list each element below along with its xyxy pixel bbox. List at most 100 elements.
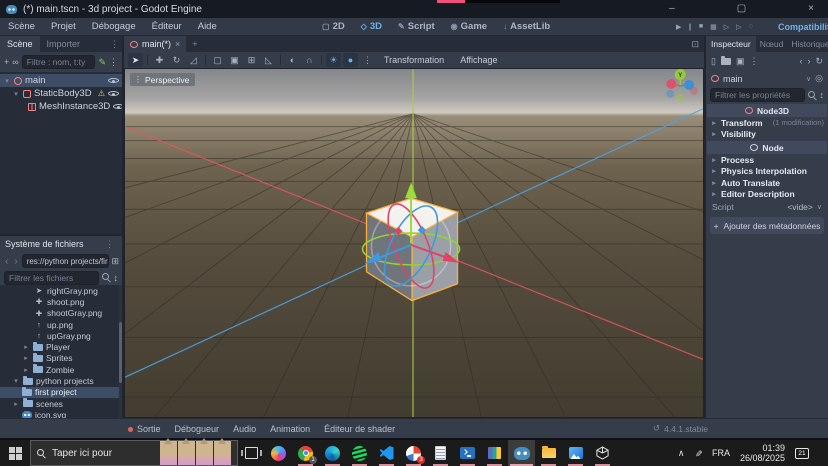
history-forward-icon[interactable]: › — [12, 256, 19, 267]
select-tool-button[interactable]: ➤ — [128, 53, 143, 67]
vscode-app[interactable] — [373, 440, 400, 466]
tab-scene[interactable]: Scène — [0, 36, 40, 52]
language-indicator[interactable]: FRA — [712, 448, 730, 458]
property-filter-input[interactable] — [710, 88, 805, 102]
edited-object-selector[interactable]: main ∨ ◎ — [706, 70, 828, 87]
new-resource-button[interactable]: ▯ — [711, 56, 716, 67]
tab-2d[interactable]: ▢2D — [316, 21, 351, 32]
perspective-button[interactable]: ⋮ Perspective — [130, 73, 195, 86]
scale-tool-button[interactable]: ◿ — [186, 53, 201, 67]
copilot-button[interactable] — [265, 440, 292, 466]
collapse-icon[interactable]: ▸ — [22, 354, 30, 362]
tree-node-meshinstance3d[interactable]: MeshInstance3D — [0, 100, 122, 113]
snap-toggle-button[interactable]: ∩ — [302, 53, 317, 67]
section-auto-translate[interactable]: ▸ Auto Translate — [706, 177, 828, 189]
pause-button[interactable]: ∥ — [688, 23, 692, 31]
notification-center-button[interactable]: 21 — [795, 448, 809, 459]
output-panel-button[interactable]: Sortie — [128, 424, 161, 434]
folder-item-scenes[interactable]: ▸scenes — [0, 398, 122, 409]
tab-assetlib[interactable]: ↓AssetLib — [497, 21, 556, 32]
section-process[interactable]: ▸ Process — [706, 154, 828, 166]
history-back-icon[interactable]: ‹ — [3, 256, 10, 267]
menu-help[interactable]: Aide — [190, 21, 225, 32]
add-node-button[interactable]: + — [4, 57, 9, 67]
file-filter-input[interactable] — [4, 271, 99, 285]
object-history-button[interactable]: ↻ — [815, 56, 823, 67]
winrar-app[interactable] — [481, 440, 508, 466]
visibility-eye-icon[interactable] — [108, 75, 119, 86]
close-tab-icon[interactable]: × — [175, 39, 180, 49]
viewport-canvas[interactable]: Y — [125, 69, 703, 417]
animation-panel-button[interactable]: Animation — [270, 424, 310, 434]
folder-item-sprites[interactable]: ▸Sprites — [0, 353, 122, 364]
ruler-tool-button[interactable]: ◺ — [261, 53, 276, 67]
scene-tab-main[interactable]: main(*) × — [124, 36, 186, 52]
sort-icon[interactable]: ↕ — [114, 273, 119, 283]
sun-toggle-button[interactable]: ☀ — [326, 53, 341, 67]
file-item[interactable]: ✚shootGray.png — [0, 308, 122, 319]
tree-node-staticbody3d[interactable]: ▾ StaticBody3D ⚠ — [0, 87, 122, 100]
tab-import[interactable]: Importer — [40, 36, 88, 52]
current-path[interactable]: res://python projects/first — [22, 254, 110, 268]
play-button[interactable]: ▶ — [676, 23, 681, 31]
folder-item-zombie[interactable]: ▸Zombie — [0, 364, 122, 375]
folder-item-first-project[interactable]: first project — [0, 387, 122, 398]
menu-debug[interactable]: Débogage — [84, 21, 144, 32]
chrome-app[interactable]: 1 — [292, 440, 319, 466]
visibility-eye-icon[interactable] — [108, 88, 119, 99]
spotify-app[interactable] — [346, 440, 373, 466]
godot-app[interactable] — [508, 440, 535, 466]
powershell-app[interactable] — [454, 440, 481, 466]
file-item[interactable]: ➤rightGray.png — [0, 285, 122, 296]
file-item[interactable]: ↑upGray.png — [0, 330, 122, 341]
scene-dock-menu-dots[interactable]: ⋮ — [107, 36, 122, 52]
visibility-eye-icon[interactable] — [113, 101, 122, 112]
tab-game[interactable]: ◉Game — [445, 21, 493, 32]
move-tool-button[interactable]: ✚ — [152, 53, 167, 67]
scene-filter-input[interactable] — [22, 55, 96, 69]
script-property-row[interactable]: Script <vide> ∨ — [706, 200, 828, 213]
history-back-button[interactable]: ‹ — [799, 56, 802, 66]
tab-inspector[interactable]: Inspecteur — [706, 36, 756, 52]
collapse-icon[interactable]: ▾ — [12, 90, 20, 98]
audio-panel-button[interactable]: Audio — [233, 424, 256, 434]
folder-item-player[interactable]: ▸Player — [0, 341, 122, 352]
section-physics-interpolation[interactable]: ▸ Physics Interpolation — [706, 166, 828, 178]
camera-preview-button[interactable]: ◐ — [285, 53, 300, 67]
collapse-icon[interactable]: ▾ — [3, 77, 11, 85]
transform-menu[interactable]: Transformation — [377, 55, 451, 65]
shader-editor-panel-button[interactable]: Éditeur de shader — [324, 424, 395, 434]
menu-editor[interactable]: Éditeur — [144, 21, 190, 32]
extra-resource-icon[interactable]: ◎ — [815, 73, 823, 84]
3d-viewer-app[interactable] — [589, 440, 616, 466]
update-icon[interactable]: ↺ — [653, 423, 660, 434]
play-scene-button[interactable]: ▷ — [724, 23, 729, 31]
box-select-tool-button[interactable]: ▢ — [210, 53, 225, 67]
task-view-button[interactable] — [238, 440, 265, 466]
taskbar-search-box[interactable]: Taper ici pour — [30, 440, 238, 466]
file-item-icon-svg[interactable]: icon.svg — [0, 409, 122, 418]
expand-viewport-icon[interactable]: ⊡ — [686, 36, 704, 52]
movie-mode-button[interactable]: ◌ — [749, 23, 753, 30]
section-transform[interactable]: ▸ Transform (1 modification) — [706, 117, 828, 129]
file-item[interactable]: ↑up.png — [0, 319, 122, 330]
load-resource-button[interactable] — [721, 58, 731, 65]
explorer-app[interactable] — [535, 440, 562, 466]
filesystem-menu-dots[interactable]: ⋮ — [102, 239, 117, 250]
menu-project[interactable]: Projet — [43, 21, 84, 32]
photos-app[interactable] — [562, 440, 589, 466]
filesystem-scrollbar[interactable] — [119, 285, 122, 418]
lock-tool-button[interactable]: ▣ — [227, 53, 242, 67]
tab-node[interactable]: Nœud — [756, 36, 788, 52]
3d-viewport[interactable]: Y ⋮ Perspective — [124, 68, 704, 418]
section-editor-description[interactable]: ▸ Editor Description — [706, 189, 828, 201]
attach-script-button[interactable]: ✎ — [98, 57, 106, 68]
tab-3d[interactable]: ◇3D — [355, 21, 388, 32]
notification-app[interactable]: 3 — [400, 440, 427, 466]
split-view-icon[interactable]: ⊞ — [111, 256, 119, 267]
resource-menu-dots[interactable]: ⋮ — [749, 56, 758, 67]
group-tool-button[interactable]: ⊞ — [244, 53, 259, 67]
collapse-icon[interactable]: ▸ — [22, 366, 30, 374]
play-custom-scene-button[interactable]: ▷ — [736, 23, 741, 31]
folder-item-python-projects[interactable]: ▾python projects — [0, 375, 122, 386]
